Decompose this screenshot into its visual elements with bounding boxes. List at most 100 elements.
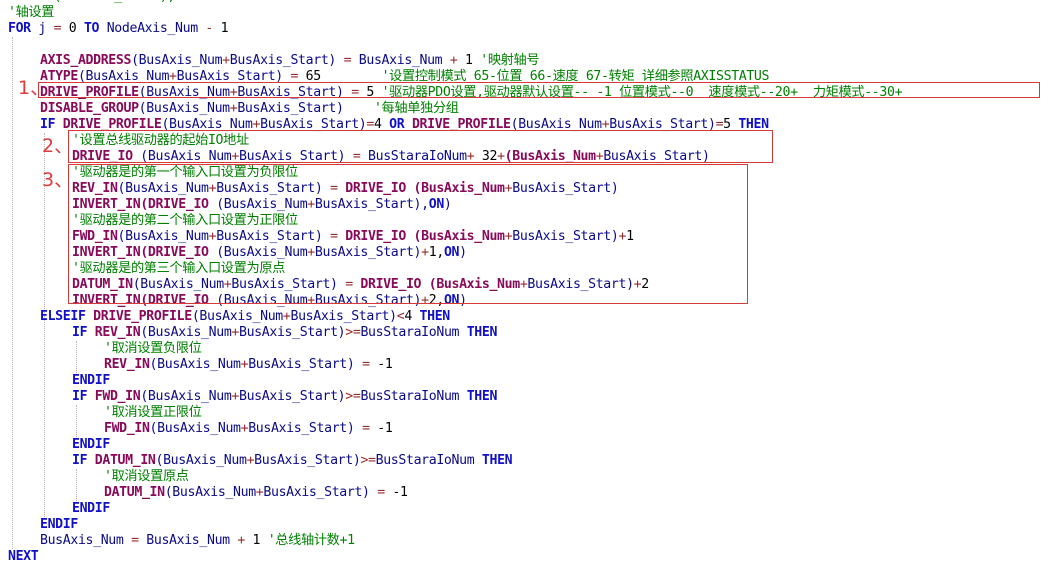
- code-token: BusStaraIoNum: [360, 325, 467, 340]
- code-line[interactable]: '轴设置: [8, 5, 54, 21]
- code-token: BusAxis_Start): [237, 101, 374, 116]
- code-token: BusStaraIoNum: [360, 389, 467, 404]
- code-line[interactable]: ENDIF: [72, 501, 110, 517]
- code-token: -1: [369, 357, 393, 372]
- code-token: (BusAxis_Num: [138, 101, 230, 116]
- code-line[interactable]: IF FWD_IN(BusAxis_Num+BusAxis_Start)>=Bu…: [72, 389, 497, 405]
- code-line[interactable]: FOR j = 0 TO NodeAxis_Num - 1: [8, 21, 229, 37]
- code-token: (BusAxis_Num: [155, 453, 247, 468]
- code-token: 1: [457, 53, 481, 68]
- code-token: ENDIF: [40, 517, 78, 532]
- code-line[interactable]: '取消设置原点: [104, 469, 189, 485]
- code-token: =: [377, 485, 385, 500]
- code-token: (BusAxis_Num: [140, 325, 232, 340]
- code-token: IF: [40, 117, 56, 132]
- code-token: THEN: [419, 309, 451, 324]
- code-token: BusAxis_Start): [254, 453, 361, 468]
- code-line[interactable]: DISABLE_GROUP(BusAxis_Num+BusAxis_Start)…: [40, 101, 459, 117]
- code-token: THEN: [466, 389, 498, 404]
- code-token: BusAxis_Num: [138, 533, 238, 548]
- highlight-box-drive-io: [68, 130, 773, 163]
- code-token: AXIS_ADDRESS: [40, 53, 132, 68]
- code-token: BusAxis_Start): [248, 357, 363, 372]
- code-token: BusAxis_Start): [229, 53, 344, 68]
- code-token: BusStaraIoNum: [375, 453, 482, 468]
- code-token: DATUM_IN: [87, 453, 156, 468]
- code-token: >=: [360, 453, 376, 468]
- code-token: (BusAxis_Num: [149, 357, 241, 372]
- code-token: '取消设置原点: [104, 469, 189, 484]
- code-token: THEN: [466, 325, 498, 340]
- code-line[interactable]: ELSEIF DRIVE_PROFILE(BusAxis_Num+BusAxis…: [40, 309, 450, 325]
- code-token: ENDIF: [72, 437, 110, 452]
- code-token: 1: [244, 533, 268, 548]
- code-token: (BusAxis_Num: [191, 309, 283, 324]
- code-token: FOR: [8, 21, 31, 36]
- code-token: ='(BusAxis_Num=1),.....': [8, 0, 221, 4]
- code-token: '每轴单独分组: [373, 101, 459, 116]
- indent-guide-line: [76, 341, 77, 373]
- code-token: (BusAxis_Num: [140, 389, 232, 404]
- code-line[interactable]: IF DATUM_IN(BusAxis_Num+BusAxis_Start)>=…: [72, 453, 513, 469]
- code-token: =: [362, 357, 370, 372]
- code-editor[interactable]: ='(BusAxis_Num=1),.....''轴设置FOR j = 0 TO…: [0, 0, 1049, 565]
- code-token: BusAxis_Num: [40, 533, 132, 548]
- code-token: BusAxis_Start): [239, 389, 346, 404]
- code-token: IF: [72, 389, 88, 404]
- code-token: =: [362, 421, 370, 436]
- code-line[interactable]: FWD_IN(BusAxis_Num+BusAxis_Start) = -1: [104, 421, 393, 437]
- code-token: ELSEIF: [40, 309, 86, 324]
- code-token: IF: [72, 453, 88, 468]
- code-line[interactable]: NEXT: [8, 549, 39, 565]
- code-line[interactable]: ENDIF: [72, 437, 110, 453]
- code-token: BusAxis_Start): [248, 421, 363, 436]
- code-token: j: [30, 21, 54, 36]
- indent-guide-line: [76, 405, 77, 437]
- annotation-marker-1: 1、: [18, 77, 50, 99]
- code-line[interactable]: REV_IN(BusAxis_Num+BusAxis_Start) = -1: [104, 357, 393, 373]
- code-token: TO: [83, 21, 100, 36]
- code-token: >=: [345, 325, 361, 340]
- code-token: -1: [369, 421, 393, 436]
- code-token: '取消设置负限位: [104, 341, 202, 356]
- code-token: 1: [212, 21, 229, 36]
- code-token: BusAxis_Start): [239, 325, 346, 340]
- code-token: IF: [72, 325, 88, 340]
- indent-guide-line: [12, 37, 13, 549]
- code-token: BusAxis_Start): [263, 485, 378, 500]
- code-token: DRIVE_PROFILE: [85, 309, 192, 324]
- code-line[interactable]: BusAxis_Num = BusAxis_Num + 1 '总线轴计数+1: [40, 533, 355, 549]
- code-token: (BusAxis_Num: [149, 421, 241, 436]
- code-token: DATUM_IN: [104, 485, 165, 500]
- code-token: BusAxis_Num: [351, 53, 450, 68]
- code-token: THEN: [481, 453, 513, 468]
- annotation-marker-2: 2、: [42, 135, 74, 157]
- code-line[interactable]: '取消设置负限位: [104, 341, 202, 357]
- code-token: (BusAxis_Num: [164, 485, 256, 500]
- code-token: -: [205, 21, 213, 36]
- code-line[interactable]: ENDIF: [72, 373, 110, 389]
- code-token: ENDIF: [72, 373, 110, 388]
- annotation-marker-3: 3、: [42, 169, 74, 191]
- code-line[interactable]: AXIS_ADDRESS(BusAxis_Num+BusAxis_Start) …: [40, 53, 540, 69]
- indent-guide-line: [76, 469, 77, 501]
- highlight-box-drive-profile: [38, 82, 1040, 98]
- code-token: '轴设置: [8, 5, 55, 20]
- code-token: BusAxis_Start): [290, 309, 397, 324]
- code-token: +: [231, 389, 239, 404]
- code-line[interactable]: ENDIF: [40, 517, 78, 533]
- code-line[interactable]: IF REV_IN(BusAxis_Num+BusAxis_Start)>=Bu…: [72, 325, 497, 341]
- code-token: NodeAxis_Num: [99, 21, 206, 36]
- code-token: '映射轴号: [480, 53, 540, 68]
- code-token: >=: [345, 389, 361, 404]
- code-token: '总线轴计数+1: [267, 533, 355, 548]
- code-line[interactable]: DATUM_IN(BusAxis_Num+BusAxis_Start) = -1: [104, 485, 408, 501]
- code-token: +: [237, 533, 245, 548]
- code-token: =: [131, 533, 139, 548]
- highlight-box-input-config: [68, 164, 748, 304]
- code-token: ENDIF: [72, 501, 110, 516]
- code-token: +: [222, 53, 230, 68]
- code-line[interactable]: '取消设置正限位: [104, 405, 202, 421]
- code-token: 4: [404, 309, 420, 324]
- code-token: REV_IN: [87, 325, 141, 340]
